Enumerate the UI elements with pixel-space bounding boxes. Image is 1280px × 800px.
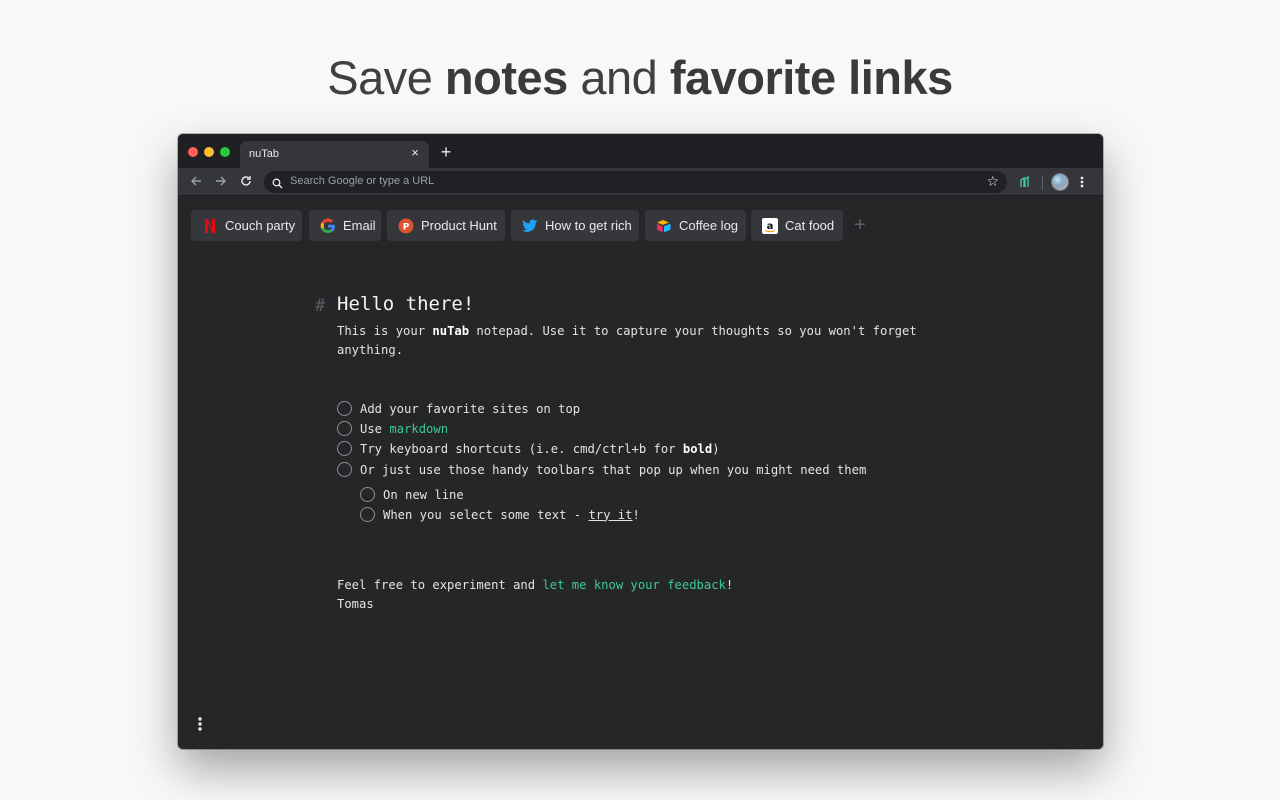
todo-item: Or just use those handy toolbars that po…: [337, 462, 866, 477]
profile-avatar[interactable]: [1051, 173, 1069, 191]
todo-text: Or just use those handy toolbars that po…: [360, 462, 867, 477]
feedback-line: Feel free to experiment and let me know …: [337, 578, 733, 592]
forward-arrow-icon[interactable]: [212, 173, 230, 191]
headline-part: Save: [327, 51, 445, 104]
heading-marker: #: [315, 296, 326, 316]
todo-subitem: When you select some text - try it!: [360, 507, 640, 522]
browser-window: nuTab × + Search Google or type a URL ☆: [178, 134, 1103, 749]
todo-bold: bold: [682, 441, 713, 456]
tab-close-icon[interactable]: ×: [408, 146, 422, 160]
reload-icon[interactable]: [237, 173, 255, 191]
headline-bold-links: favorite links: [669, 51, 953, 104]
browser-menu-icon[interactable]: [1079, 175, 1085, 194]
footer-text: Feel free to experiment and: [337, 578, 543, 592]
todo-checkbox[interactable]: [337, 441, 352, 456]
todo-text: Use: [360, 421, 383, 436]
window-minimize-button[interactable]: [204, 147, 214, 157]
notepad[interactable]: # Hello there! This is your nuTab notepa…: [178, 196, 1103, 749]
todo-checkbox[interactable]: [360, 487, 375, 502]
intro-bold: nuTab: [432, 324, 470, 338]
todo-text-part: When you select some text -: [383, 507, 589, 522]
signature: Tomas: [337, 597, 374, 611]
search-icon: [272, 176, 283, 194]
todo-text: When you select some text - try it!: [383, 508, 640, 522]
feedback-link[interactable]: let me know your feedback: [542, 578, 725, 592]
address-bar-placeholder: Search Google or type a URL: [290, 175, 435, 187]
headline-bold-notes: notes: [444, 51, 568, 104]
tab-nutab[interactable]: nuTab ×: [240, 141, 429, 168]
todo-text-part: ): [712, 441, 720, 456]
try-it-link[interactable]: try it: [588, 508, 632, 522]
newtab-content: Couch party Email P Product Hunt How to …: [178, 196, 1103, 749]
tab-title: nuTab: [249, 148, 279, 160]
todo-text-part: Try keyboard shortcuts (i.e. cmd/ctrl+b …: [360, 441, 683, 456]
todo-text: Try keyboard shortcuts (i.e. cmd/ctrl+b …: [360, 442, 720, 456]
todo-checkbox[interactable]: [360, 507, 375, 522]
more-options-icon[interactable]: [197, 716, 203, 737]
footer-text: !: [725, 578, 734, 592]
todo-text: On new line: [383, 487, 464, 502]
todo-subitem: On new line: [360, 487, 464, 502]
title-bar: nuTab × +: [178, 134, 1103, 168]
intro-text: This is your: [337, 324, 433, 338]
back-arrow-icon[interactable]: [187, 173, 205, 191]
toolbar-divider: [1042, 176, 1043, 190]
extension-icon[interactable]: [1018, 175, 1032, 194]
todo-item: Use markdown: [337, 421, 448, 436]
note-title: Hello there!: [337, 293, 475, 315]
headline: Save notes and favorite links: [0, 50, 1280, 105]
markdown-link[interactable]: markdown: [389, 422, 448, 436]
todo-text: Add your favorite sites on top: [360, 401, 581, 416]
headline-part: and: [567, 51, 670, 104]
todo-item: Add your favorite sites on top: [337, 401, 580, 416]
todo-item: Try keyboard shortcuts (i.e. cmd/ctrl+b …: [337, 441, 720, 456]
browser-toolbar: Search Google or type a URL ☆: [178, 168, 1103, 196]
window-close-button[interactable]: [188, 147, 198, 157]
bookmark-star-icon[interactable]: ☆: [986, 173, 999, 190]
window-maximize-button[interactable]: [220, 147, 230, 157]
note-intro: This is your nuTab notepad. Use it to ca…: [337, 322, 957, 360]
todo-checkbox[interactable]: [337, 401, 352, 416]
todo-text-part: !: [632, 507, 640, 522]
address-bar[interactable]: Search Google or type a URL ☆: [264, 171, 1007, 193]
todo-checkbox[interactable]: [337, 462, 352, 477]
todo-checkbox[interactable]: [337, 421, 352, 436]
new-tab-button[interactable]: +: [437, 143, 455, 161]
